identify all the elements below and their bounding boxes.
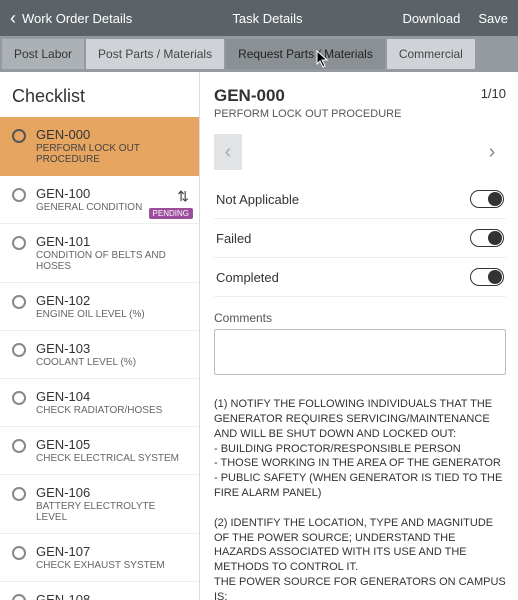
checklist-pane: Checklist GEN-000PERFORM LOCK OUT PROCED… <box>0 72 200 600</box>
tab-2[interactable]: Request Parts / Materials <box>226 39 385 69</box>
checklist-code: GEN-106 <box>36 485 189 500</box>
checklist-item-gen-102[interactable]: GEN-102ENGINE OIL LEVEL (%) <box>0 283 199 331</box>
comments-input[interactable] <box>214 329 506 375</box>
tab-0[interactable]: Post Labor <box>2 39 84 69</box>
header-title: Task Details <box>132 11 402 26</box>
toggle-failed: Failed <box>214 219 506 258</box>
toggle-completed: Completed <box>214 258 506 297</box>
checklist-code: GEN-000 <box>36 127 189 142</box>
radio-icon <box>12 129 26 143</box>
toggle-label: Not Applicable <box>216 192 299 207</box>
checklist-desc: CHECK EXHAUST SYSTEM <box>36 560 189 571</box>
checklist-desc: CHECK RADIATOR/HOSES <box>36 405 189 416</box>
next-button[interactable]: › <box>478 134 506 170</box>
checklist-code: GEN-100 <box>36 186 189 201</box>
checklist-code: GEN-107 <box>36 544 189 559</box>
detail-pane: GEN-000 PERFORM LOCK OUT PROCEDURE 1/10 … <box>200 72 518 600</box>
radio-icon <box>12 439 26 453</box>
tab-3[interactable]: Commercial <box>387 39 475 69</box>
checklist-code: GEN-102 <box>36 293 189 308</box>
checklist-item-gen-100[interactable]: GEN-100GENERAL CONDITION⇅PENDING <box>0 176 199 224</box>
completed-toggle[interactable] <box>470 268 504 286</box>
checklist-item-gen-108[interactable]: GEN-108FUEL LEVEL (%) <box>0 582 199 600</box>
detail-code: GEN-000 <box>214 86 401 106</box>
checklist-item-gen-101[interactable]: GEN-101CONDITION OF BELTS AND HOSES <box>0 224 199 283</box>
tab-bar: Post LaborPost Parts / MaterialsRequest … <box>0 36 518 72</box>
checklist-desc: ENGINE OIL LEVEL (%) <box>36 309 189 320</box>
save-button[interactable]: Save <box>478 11 508 26</box>
checklist-code: GEN-103 <box>36 341 189 356</box>
checklist-desc: COOLANT LEVEL (%) <box>36 357 189 368</box>
not-applicable-toggle[interactable] <box>470 190 504 208</box>
toggle-label: Completed <box>216 270 279 285</box>
checklist-desc: BATTERY ELECTROLYTE LEVEL <box>36 501 189 523</box>
comments-label: Comments <box>214 311 506 325</box>
checklist-code: GEN-101 <box>36 234 189 249</box>
radio-icon <box>12 487 26 501</box>
checklist-desc: CONDITION OF BELTS AND HOSES <box>36 250 189 272</box>
toggle-label: Failed <box>216 231 251 246</box>
back-icon[interactable]: ‹ <box>10 8 16 29</box>
checklist-item-gen-000[interactable]: GEN-000PERFORM LOCK OUT PROCEDURE <box>0 117 199 176</box>
radio-icon <box>12 594 26 600</box>
checklist-heading: Checklist <box>0 72 199 117</box>
checklist-item-gen-105[interactable]: GEN-105CHECK ELECTRICAL SYSTEM <box>0 427 199 475</box>
radio-icon <box>12 236 26 250</box>
page-count: 1/10 <box>481 86 506 101</box>
radio-icon <box>12 391 26 405</box>
radio-icon <box>12 546 26 560</box>
checklist-desc: CHECK ELECTRICAL SYSTEM <box>36 453 189 464</box>
radio-icon <box>12 343 26 357</box>
toggle-not-applicable: Not Applicable <box>214 180 506 219</box>
checklist-item-gen-107[interactable]: GEN-107CHECK EXHAUST SYSTEM <box>0 534 199 582</box>
failed-toggle[interactable] <box>470 229 504 247</box>
checklist-item-gen-104[interactable]: GEN-104CHECK RADIATOR/HOSES <box>0 379 199 427</box>
download-button[interactable]: Download <box>403 11 461 26</box>
prev-button[interactable]: ‹ <box>214 134 242 170</box>
tab-1[interactable]: Post Parts / Materials <box>86 39 224 69</box>
detail-desc: PERFORM LOCK OUT PROCEDURE <box>214 108 401 120</box>
checklist-code: GEN-105 <box>36 437 189 452</box>
radio-icon <box>12 295 26 309</box>
header-back-label[interactable]: Work Order Details <box>22 11 132 26</box>
checklist-item-gen-103[interactable]: GEN-103COOLANT LEVEL (%) <box>0 331 199 379</box>
app-header: ‹ Work Order Details Task Details Downlo… <box>0 0 518 36</box>
checklist-item-gen-106[interactable]: GEN-106BATTERY ELECTROLYTE LEVEL <box>0 475 199 534</box>
instructions-text: (1) NOTIFY THE FOLLOWING INDIVIDUALS THA… <box>214 397 506 600</box>
radio-icon <box>12 188 26 202</box>
pending-badge: PENDING <box>149 208 193 219</box>
checklist-code: GEN-104 <box>36 389 189 404</box>
filter-icon[interactable]: ⇅ <box>177 188 189 205</box>
checklist-desc: PERFORM LOCK OUT PROCEDURE <box>36 143 189 165</box>
checklist-code: GEN-108 <box>36 592 189 600</box>
